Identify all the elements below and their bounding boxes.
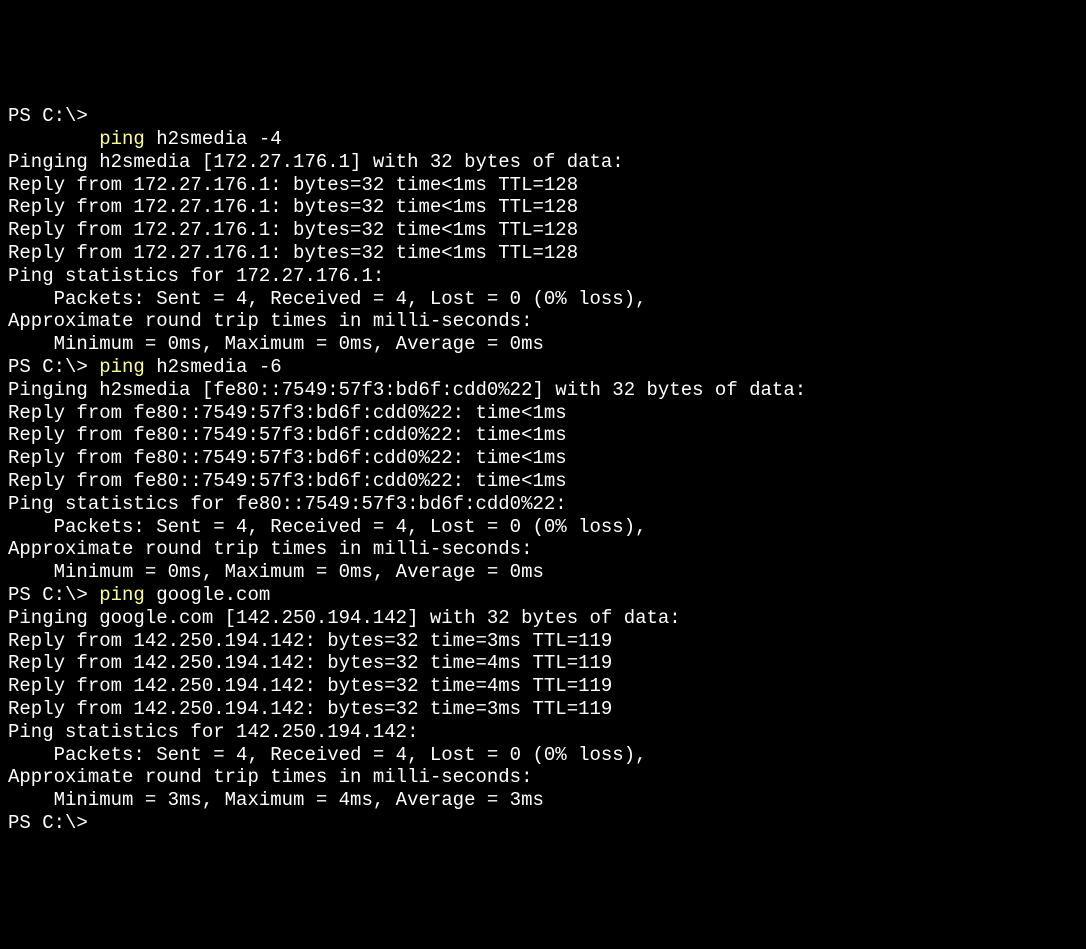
- output-line: Reply from 142.250.194.142: bytes=32 tim…: [8, 630, 1078, 653]
- indent: [8, 128, 99, 150]
- output-line: Reply from fe80::7549:57f3:bd6f:cdd0%22:…: [8, 470, 1078, 493]
- output-line: Minimum = 0ms, Maximum = 0ms, Average = …: [8, 561, 1078, 584]
- ping-command: ping: [99, 356, 145, 378]
- output-line: Pinging google.com [142.250.194.142] wit…: [8, 607, 1078, 630]
- output-line: Ping statistics for 142.250.194.142:: [8, 721, 1078, 744]
- output-line: Packets: Sent = 4, Received = 4, Lost = …: [8, 744, 1078, 767]
- output-line: Reply from 172.27.176.1: bytes=32 time<1…: [8, 219, 1078, 242]
- output-line: Approximate round trip times in milli-se…: [8, 538, 1078, 561]
- ping-args: h2smedia -6: [145, 356, 282, 378]
- prompt-line: PS C:\>: [8, 105, 1078, 128]
- command-line: PS C:\> ping google.com: [8, 584, 1078, 607]
- output-line: Ping statistics for fe80::7549:57f3:bd6f…: [8, 493, 1078, 516]
- output-line: Approximate round trip times in milli-se…: [8, 310, 1078, 333]
- output-line: Ping statistics for 172.27.176.1:: [8, 265, 1078, 288]
- output-line: Packets: Sent = 4, Received = 4, Lost = …: [8, 288, 1078, 311]
- output-line: Reply from 142.250.194.142: bytes=32 tim…: [8, 675, 1078, 698]
- output-line: Pinging h2smedia [fe80::7549:57f3:bd6f:c…: [8, 379, 1078, 402]
- output-line: Reply from 172.27.176.1: bytes=32 time<1…: [8, 242, 1078, 265]
- ping-command: ping: [99, 584, 145, 606]
- output-line: Reply from 172.27.176.1: bytes=32 time<1…: [8, 174, 1078, 197]
- terminal-output[interactable]: PS C:\> ping h2smedia -4Pinging h2smedia…: [8, 105, 1078, 835]
- ps-prompt: PS C:\>: [8, 812, 88, 834]
- output-line: Pinging h2smedia [172.27.176.1] with 32 …: [8, 151, 1078, 174]
- prompt-line[interactable]: PS C:\>: [8, 812, 1078, 835]
- output-line: Minimum = 0ms, Maximum = 0ms, Average = …: [8, 333, 1078, 356]
- output-line: Reply from 142.250.194.142: bytes=32 tim…: [8, 652, 1078, 675]
- output-line: Packets: Sent = 4, Received = 4, Lost = …: [8, 516, 1078, 539]
- command-line: PS C:\> ping h2smedia -6: [8, 356, 1078, 379]
- output-line: Reply from fe80::7549:57f3:bd6f:cdd0%22:…: [8, 402, 1078, 425]
- output-line: Approximate round trip times in milli-se…: [8, 766, 1078, 789]
- command-line: ping h2smedia -4: [8, 128, 1078, 151]
- output-line: Reply from fe80::7549:57f3:bd6f:cdd0%22:…: [8, 424, 1078, 447]
- output-line: Reply from 172.27.176.1: bytes=32 time<1…: [8, 196, 1078, 219]
- output-line: Minimum = 3ms, Maximum = 4ms, Average = …: [8, 789, 1078, 812]
- output-line: Reply from 142.250.194.142: bytes=32 tim…: [8, 698, 1078, 721]
- output-line: Reply from fe80::7549:57f3:bd6f:cdd0%22:…: [8, 447, 1078, 470]
- ps-prompt: PS C:\>: [8, 105, 88, 127]
- ps-prompt: PS C:\>: [8, 356, 99, 378]
- ps-prompt: PS C:\>: [8, 584, 99, 606]
- ping-args: h2smedia -4: [145, 128, 282, 150]
- ping-command: ping: [99, 128, 145, 150]
- ping-args: google.com: [145, 584, 270, 606]
